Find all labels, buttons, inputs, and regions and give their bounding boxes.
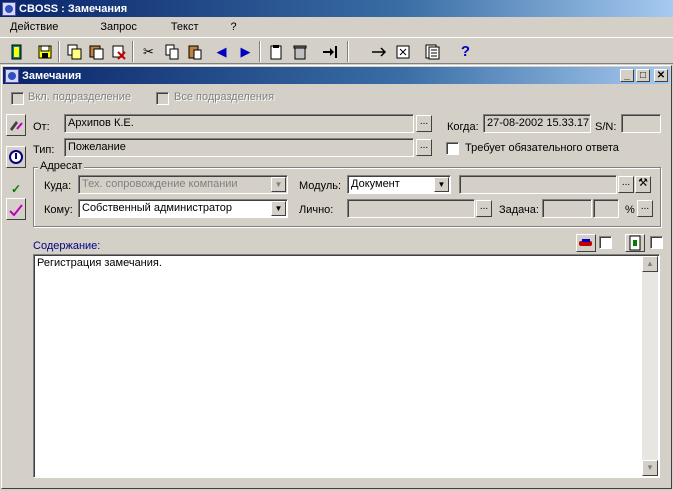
all-sub-label: Все подразделения bbox=[174, 91, 275, 103]
module-dropdown-icon[interactable]: ▼ bbox=[434, 177, 449, 192]
task-field[interactable] bbox=[542, 199, 592, 218]
type-field[interactable]: Пожелание bbox=[64, 138, 414, 157]
close-button[interactable]: ✕ bbox=[654, 69, 668, 82]
paste-record-icon[interactable] bbox=[86, 41, 107, 62]
help-icon[interactable]: ? bbox=[455, 41, 476, 62]
module-lookup-button[interactable]: ... bbox=[618, 176, 634, 193]
menu-text[interactable]: Текст bbox=[169, 21, 201, 33]
trash-icon[interactable] bbox=[289, 41, 310, 62]
maximize-button[interactable]: □ bbox=[636, 69, 650, 82]
content-textarea[interactable]: Регистрация замечания. ▲ ▼ bbox=[33, 254, 660, 478]
module-select[interactable]: Документ ▼ bbox=[347, 175, 451, 194]
window-titlebar: Замечания _ □ ✕ bbox=[3, 67, 670, 84]
from-label: От: bbox=[33, 121, 50, 133]
minimize-button[interactable]: _ bbox=[620, 69, 634, 82]
app-icon bbox=[2, 1, 16, 16]
priority-icon[interactable] bbox=[6, 146, 26, 168]
personal-lookup-button[interactable]: ... bbox=[476, 200, 492, 217]
menu-query[interactable]: Запрос bbox=[98, 21, 138, 33]
module-select-value: Документ bbox=[351, 178, 400, 190]
task-label: Задача: bbox=[499, 204, 539, 216]
module-detail-field[interactable] bbox=[459, 175, 617, 194]
menu-help[interactable]: ? bbox=[229, 21, 239, 33]
exit-icon[interactable] bbox=[6, 41, 27, 62]
task-lookup-button[interactable]: ... bbox=[637, 200, 653, 217]
delete-record-icon[interactable] bbox=[108, 41, 129, 62]
window-title: Замечания bbox=[22, 69, 82, 82]
prev-icon[interactable]: ◀ bbox=[211, 41, 232, 62]
where-select-value: Тех. сопровождение компании bbox=[82, 178, 238, 190]
where-label: Куда: bbox=[44, 180, 72, 192]
where-dropdown-icon[interactable]: ▼ bbox=[271, 177, 286, 192]
attachment-checkbox[interactable] bbox=[599, 236, 612, 249]
when-field[interactable]: 27-08-2002 15.33.17 bbox=[483, 114, 591, 133]
content-label: Содержание: bbox=[33, 240, 101, 252]
report-icon[interactable] bbox=[421, 41, 442, 62]
document-checkbox[interactable] bbox=[650, 236, 663, 249]
where-select[interactable]: Тех. сопровождение компании ▼ bbox=[78, 175, 288, 194]
all-sub-checkbox[interactable] bbox=[156, 92, 169, 105]
menu-bar: Действие Запрос Текст ? bbox=[0, 17, 673, 36]
to-select-value: Собственный администратор bbox=[82, 202, 233, 214]
app-title: CBOSS : Замечания bbox=[19, 2, 128, 15]
menu-action[interactable]: Действие bbox=[8, 21, 60, 33]
to-select[interactable]: Собственный администратор ▼ bbox=[78, 199, 288, 218]
to-label: Кому: bbox=[44, 204, 73, 216]
requires-answer-label: Требует обязательного ответа bbox=[465, 142, 619, 154]
toolbar: ✂ ◀ ▶ ? bbox=[0, 37, 673, 64]
from-lookup-button[interactable]: ... bbox=[416, 115, 432, 132]
forward-icon[interactable] bbox=[368, 41, 389, 62]
scroll-up-icon[interactable]: ▲ bbox=[642, 256, 658, 272]
type-lookup-button[interactable]: ... bbox=[416, 139, 432, 156]
side-toolbar: ✓ bbox=[3, 110, 29, 488]
sn-label: S/N: bbox=[595, 121, 617, 133]
include-sub-checkbox[interactable] bbox=[11, 92, 24, 105]
personal-label: Лично: bbox=[299, 204, 334, 216]
document-icon[interactable] bbox=[625, 234, 645, 252]
include-sub-label: Вкл. подразделение bbox=[28, 91, 132, 103]
remark-type-icon[interactable] bbox=[6, 114, 26, 136]
copy-icon[interactable] bbox=[161, 41, 182, 62]
type-label: Тип: bbox=[33, 144, 55, 156]
requires-answer-checkbox[interactable] bbox=[446, 142, 459, 155]
attachment-icon[interactable] bbox=[576, 234, 596, 252]
addressee-group-label: Адресат bbox=[38, 160, 85, 172]
clipboard-icon[interactable] bbox=[265, 41, 286, 62]
app-titlebar: CBOSS : Замечания bbox=[0, 0, 673, 17]
reply-icon[interactable] bbox=[6, 198, 26, 220]
cut-icon[interactable]: ✂ bbox=[138, 41, 159, 62]
check-icon[interactable]: ✓ bbox=[6, 178, 26, 200]
content-text: Регистрация замечания. bbox=[37, 257, 162, 269]
sn-field[interactable] bbox=[621, 114, 661, 133]
when-label: Когда: bbox=[447, 121, 479, 133]
remarks-window: Замечания _ □ ✕ Вкл. подразделение Все п… bbox=[1, 65, 672, 489]
copy-record-icon[interactable] bbox=[64, 41, 85, 62]
window-icon bbox=[5, 68, 19, 83]
paste-icon[interactable] bbox=[184, 41, 205, 62]
personal-field[interactable] bbox=[347, 199, 475, 218]
percent-label: % bbox=[625, 204, 635, 216]
save-icon[interactable] bbox=[34, 41, 55, 62]
to-dropdown-icon[interactable]: ▼ bbox=[271, 201, 286, 216]
from-field[interactable]: Архипов К.Е. bbox=[64, 114, 414, 133]
scroll-down-icon[interactable]: ▼ bbox=[642, 460, 658, 476]
wrench-icon[interactable]: ⚒ bbox=[635, 176, 651, 193]
module-label: Модуль: bbox=[299, 180, 342, 192]
close-form-icon[interactable] bbox=[392, 41, 413, 62]
next-icon[interactable]: ▶ bbox=[235, 41, 256, 62]
content-scrollbar[interactable]: ▲ ▼ bbox=[642, 256, 658, 476]
task-percent-field[interactable] bbox=[593, 199, 619, 218]
goto-icon[interactable] bbox=[319, 41, 340, 62]
